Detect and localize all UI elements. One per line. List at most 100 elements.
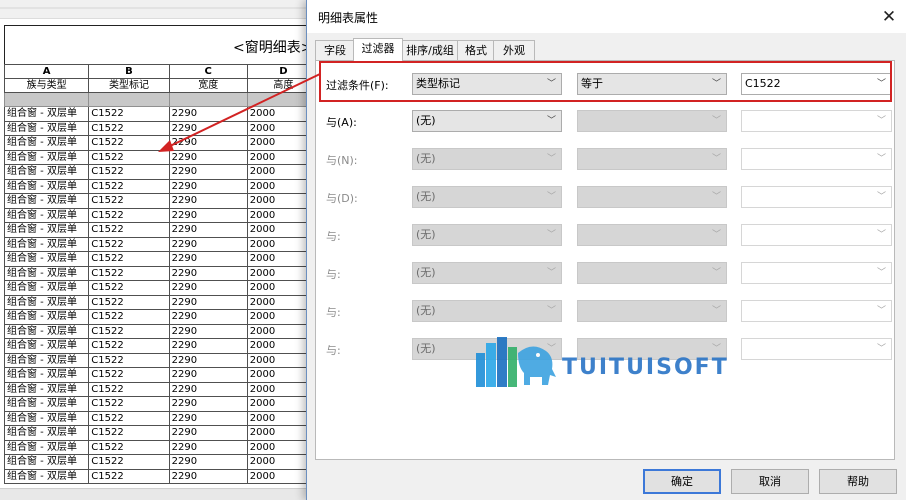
table-cell[interactable]: 2290 [168,120,248,136]
table-cell[interactable]: 2290 [168,352,248,368]
table-cell[interactable]: 组合窗 - 双层单 [3,222,90,238]
table-cell[interactable]: C1522 [88,164,170,180]
table-cell[interactable]: C1522 [88,149,170,165]
table-cell[interactable]: 组合窗 - 双层单 [3,352,90,368]
table-cell[interactable]: 2290 [168,149,248,165]
table-cell[interactable]: C1522 [88,294,170,310]
table-cell[interactable]: C1522 [88,439,170,455]
column-header[interactable]: 类型标记 [88,78,170,93]
table-cell[interactable]: C1522 [88,193,170,209]
table-row[interactable]: 组合窗 - 双层单 C1522 2290 2000 [3,265,320,281]
table-row[interactable]: 组合窗 - 双层单 C1522 2290 2000 [3,120,320,136]
table-cell[interactable]: 2290 [168,251,248,267]
table-cell[interactable]: 2290 [168,164,248,180]
table-row[interactable]: 组合窗 - 双层单 C1522 2290 2000 [3,454,320,470]
table-row[interactable]: 组合窗 - 双层单 C1522 2290 2000 [3,425,320,441]
table-cell[interactable]: 组合窗 - 双层单 [3,164,90,180]
table-cell[interactable]: 2290 [168,410,248,426]
table-cell[interactable]: C1522 [88,135,170,151]
table-cell[interactable]: C1522 [88,425,170,441]
filter-field-select[interactable]: (无) ﹀ [412,110,562,132]
table-cell[interactable]: C1522 [88,468,170,484]
table-row[interactable]: 组合窗 - 双层单 C1522 2290 2000 [3,193,320,209]
table-cell[interactable]: C1522 [88,236,170,252]
table-cell[interactable]: 组合窗 - 双层单 [3,149,90,165]
table-cell[interactable]: 2290 [168,193,248,209]
table-row[interactable]: 组合窗 - 双层单 C1522 2290 2000 [3,381,320,397]
column-letter[interactable]: B [88,64,170,79]
table-cell[interactable]: 2290 [168,222,248,238]
schedule-table[interactable]: A B C D 族与类型 类型标记 宽度 高度 组合窗 - 双层单 C1522 22… [3,64,320,484]
table-cell[interactable]: 组合窗 - 双层单 [3,106,90,122]
table-cell[interactable]: 组合窗 - 双层单 [3,265,90,281]
column-letter[interactable]: A [3,64,90,79]
table-cell[interactable]: 2290 [168,294,248,310]
table-row[interactable]: 组合窗 - 双层单 C1522 2290 2000 [3,251,320,267]
table-cell[interactable]: 组合窗 - 双层单 [3,207,90,223]
table-cell[interactable]: C1522 [88,367,170,383]
table-cell[interactable]: 组合窗 - 双层单 [3,396,90,412]
table-cell[interactable]: 组合窗 - 双层单 [3,367,90,383]
tab-appearance[interactable]: 外观 [493,40,535,60]
table-row[interactable]: 组合窗 - 双层单 C1522 2290 2000 [3,338,320,354]
table-row[interactable]: 组合窗 - 双层单 C1522 2290 2000 [3,222,320,238]
table-cell[interactable]: C1522 [88,251,170,267]
table-cell[interactable]: 组合窗 - 双层单 [3,425,90,441]
table-cell[interactable]: 2290 [168,381,248,397]
table-cell[interactable]: C1522 [88,381,170,397]
table-cell[interactable]: C1522 [88,207,170,223]
table-cell[interactable]: C1522 [88,222,170,238]
table-cell[interactable]: 2290 [168,236,248,252]
table-cell[interactable]: 组合窗 - 双层单 [3,454,90,470]
ok-button[interactable]: 确定 [643,469,721,494]
table-cell[interactable]: 组合窗 - 双层单 [3,280,90,296]
table-cell[interactable]: 2290 [168,468,248,484]
table-cell[interactable]: 2290 [168,338,248,354]
table-cell[interactable]: C1522 [88,178,170,194]
table-cell[interactable]: C1522 [88,309,170,325]
table-cell[interactable]: 2290 [168,439,248,455]
table-cell[interactable]: 2290 [168,207,248,223]
table-cell[interactable]: C1522 [88,352,170,368]
table-cell[interactable]: 2290 [168,323,248,339]
table-cell[interactable]: 2290 [168,178,248,194]
table-cell[interactable]: 2290 [168,280,248,296]
table-cell[interactable]: 组合窗 - 双层单 [3,120,90,136]
table-cell[interactable]: 组合窗 - 双层单 [3,236,90,252]
column-header[interactable]: 宽度 [168,78,248,93]
table-row[interactable]: 组合窗 - 双层单 C1522 2290 2000 [3,468,320,484]
table-cell[interactable]: 2290 [168,454,248,470]
table-cell[interactable]: 组合窗 - 双层单 [3,309,90,325]
table-cell[interactable]: 组合窗 - 双层单 [3,323,90,339]
table-row[interactable]: 组合窗 - 双层单 C1522 2290 2000 [3,135,320,151]
table-cell[interactable]: 2290 [168,425,248,441]
table-cell[interactable]: 组合窗 - 双层单 [3,338,90,354]
table-cell[interactable]: C1522 [88,323,170,339]
table-row[interactable]: 组合窗 - 双层单 C1522 2290 2000 [3,106,320,122]
tab-sorting-grouping[interactable]: 排序/成组 [401,40,459,60]
column-letter[interactable]: C [168,64,248,79]
table-cell[interactable]: 组合窗 - 双层单 [3,468,90,484]
cancel-button[interactable]: 取消 [731,469,809,494]
tab-formatting[interactable]: 格式 [457,40,495,60]
table-cell[interactable]: 2290 [168,396,248,412]
table-row[interactable]: 组合窗 - 双层单 C1522 2290 2000 [3,439,320,455]
table-cell[interactable]: C1522 [88,106,170,122]
table-cell[interactable]: 组合窗 - 双层单 [3,410,90,426]
table-row[interactable]: 组合窗 - 双层单 C1522 2290 2000 [3,280,320,296]
table-row[interactable]: 组合窗 - 双层单 C1522 2290 2000 [3,309,320,325]
table-cell[interactable]: 组合窗 - 双层单 [3,439,90,455]
horizontal-scrollbar[interactable] [0,488,320,500]
table-row[interactable]: 组合窗 - 双层单 C1522 2290 2000 [3,410,320,426]
table-cell[interactable]: 2290 [168,135,248,151]
table-cell[interactable]: 2290 [168,106,248,122]
table-cell[interactable]: 组合窗 - 双层单 [3,251,90,267]
table-cell[interactable]: C1522 [88,454,170,470]
table-cell[interactable]: C1522 [88,280,170,296]
tab-fields[interactable]: 字段 [315,40,355,60]
table-cell[interactable]: C1522 [88,396,170,412]
table-cell[interactable]: 组合窗 - 双层单 [3,381,90,397]
tab-filter[interactable]: 过滤器 [353,38,403,61]
table-row[interactable]: 组合窗 - 双层单 C1522 2290 2000 [3,149,320,165]
table-row[interactable]: 组合窗 - 双层单 C1522 2290 2000 [3,164,320,180]
